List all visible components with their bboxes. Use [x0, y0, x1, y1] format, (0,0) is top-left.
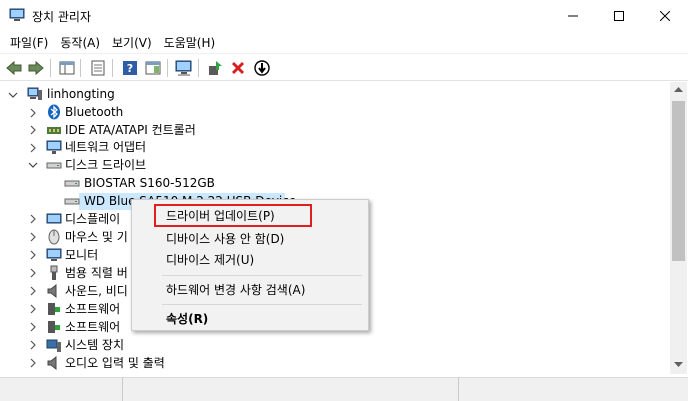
update-driver-icon	[209, 61, 222, 75]
uninstall-icon	[231, 61, 245, 75]
minimize-icon	[568, 15, 578, 16]
expand-chevron-icon[interactable]	[28, 125, 38, 135]
menu-uninstall-device[interactable]: 디바이스 제거(U)	[166, 252, 254, 268]
close-icon	[660, 10, 670, 21]
status-bar	[0, 377, 688, 401]
maximize-icon	[614, 10, 624, 21]
expand-chevron-icon[interactable]	[28, 304, 38, 314]
context-menu: 드라이버 업데이트(P) 디바이스 사용 안 함(D) 디바이스 제거(U) 하…	[131, 199, 369, 331]
forward-button[interactable]	[26, 58, 46, 78]
scan-hardware-button[interactable]	[174, 58, 194, 78]
usb-icon	[50, 265, 58, 280]
disable-icon	[254, 60, 270, 76]
menu-separator	[162, 275, 362, 276]
status-divider	[122, 378, 123, 401]
maximize-button[interactable]	[596, 0, 642, 31]
minimize-button[interactable]	[550, 0, 596, 31]
monitor-icon	[46, 248, 62, 261]
forward-icon	[28, 61, 44, 75]
close-button[interactable]	[642, 0, 688, 31]
menu-file[interactable]: 파일(F)	[4, 31, 54, 53]
disk-drive-icon	[46, 162, 62, 169]
tree-item-sound[interactable]: 사운드, 비디	[65, 283, 128, 299]
expand-chevron-icon[interactable]	[28, 143, 38, 153]
help-icon: ?	[123, 61, 137, 75]
properties-icon	[91, 60, 105, 76]
device-manager-icon	[9, 8, 25, 21]
tree-item-usb[interactable]: 범용 직렬 버	[65, 265, 128, 281]
expand-chevron-icon[interactable]	[28, 358, 38, 368]
tree-item-display[interactable]: 디스플레이	[65, 211, 120, 227]
tree-root-label[interactable]: linhongting	[47, 86, 115, 102]
disk-drive-icon	[64, 198, 80, 205]
scroll-up-icon[interactable]	[674, 87, 683, 93]
expand-chevron-icon[interactable]	[28, 340, 38, 350]
audio-io-icon	[47, 355, 57, 371]
tree-item-biostar[interactable]: BIOSTAR S160-512GB	[84, 175, 215, 191]
disk-drive-icon	[64, 180, 80, 187]
mouse-icon	[48, 229, 60, 245]
display-adapter-icon	[46, 213, 62, 224]
title-bar: 장치 관리자	[0, 0, 688, 31]
expand-chevron-icon[interactable]	[28, 250, 38, 260]
tree-item-monitor[interactable]: 모니터	[65, 247, 98, 263]
expand-chevron-icon[interactable]	[28, 268, 38, 278]
collapse-chevron-icon[interactable]	[28, 160, 38, 170]
tree-item-audio-io[interactable]: 오디오 입력 및 출력	[65, 355, 165, 371]
expand-chevron-icon[interactable]	[28, 322, 38, 332]
menu-update-driver[interactable]: 드라이버 업데이트(P)	[166, 208, 275, 224]
expand-chevron-icon[interactable]	[28, 286, 38, 296]
uninstall-button[interactable]	[228, 58, 248, 78]
ide-controller-icon	[47, 127, 61, 134]
speaker-icon	[47, 283, 57, 299]
tree-item-ide[interactable]: IDE ATA/ATAPI 컨트롤러	[65, 122, 196, 138]
collapse-chevron-icon[interactable]	[8, 90, 18, 100]
menu-help[interactable]: 도움말(H)	[158, 31, 222, 53]
system-device-icon	[46, 339, 61, 352]
tree-item-network[interactable]: 네트워크 어댑터	[65, 139, 146, 155]
back-icon	[6, 61, 22, 75]
computer-icon	[27, 87, 42, 100]
tree-item-software-component[interactable]: 소프트웨어	[65, 301, 120, 317]
status-divider	[458, 378, 459, 401]
back-button[interactable]	[4, 58, 24, 78]
menu-action[interactable]: 동작(A)	[54, 31, 106, 53]
expand-chevron-icon[interactable]	[28, 214, 38, 224]
scan-hardware-icon	[175, 60, 192, 76]
expand-chevron-icon[interactable]	[28, 232, 38, 242]
tree-item-bluetooth[interactable]: Bluetooth	[65, 104, 123, 120]
tree-item-software-device[interactable]: 소프트웨어	[65, 319, 120, 335]
scrollbar-thumb[interactable]	[672, 101, 685, 261]
software-component-icon	[48, 303, 60, 315]
menu-properties[interactable]: 속성(R)	[166, 311, 208, 327]
tree-item-mouse[interactable]: 마우스 및 기	[65, 229, 128, 245]
show-hide-tree-button[interactable]	[57, 58, 77, 78]
tree-item-system[interactable]: 시스템 장치	[65, 337, 124, 353]
help-button[interactable]: ?	[120, 58, 140, 78]
menu-bar: 파일(F) 동작(A) 보기(V) 도움말(H)	[0, 31, 688, 53]
network-adapter-icon	[46, 140, 62, 154]
update-driver-button[interactable]	[205, 58, 225, 78]
menu-disable-device[interactable]: 디바이스 사용 안 함(D)	[166, 231, 284, 247]
menu-separator	[162, 304, 362, 305]
action-pane-button[interactable]	[143, 58, 163, 78]
bluetooth-icon	[48, 104, 60, 120]
tree-item-disk-drives[interactable]: 디스크 드라이브	[65, 157, 146, 173]
properties-button[interactable]	[88, 58, 108, 78]
toolbar: ?	[0, 53, 688, 81]
scroll-down-icon[interactable]	[674, 362, 683, 368]
menu-view[interactable]: 보기(V)	[106, 31, 158, 53]
window-title: 장치 관리자	[32, 10, 92, 24]
svg-text:?: ?	[127, 62, 133, 75]
menu-scan-hardware[interactable]: 하드웨어 변경 사항 검색(A)	[166, 282, 305, 298]
software-device-icon	[48, 321, 60, 333]
disable-button[interactable]	[252, 58, 272, 78]
action-pane-icon	[145, 61, 161, 75]
expand-chevron-icon[interactable]	[28, 108, 38, 118]
show-hide-tree-icon	[59, 61, 75, 75]
